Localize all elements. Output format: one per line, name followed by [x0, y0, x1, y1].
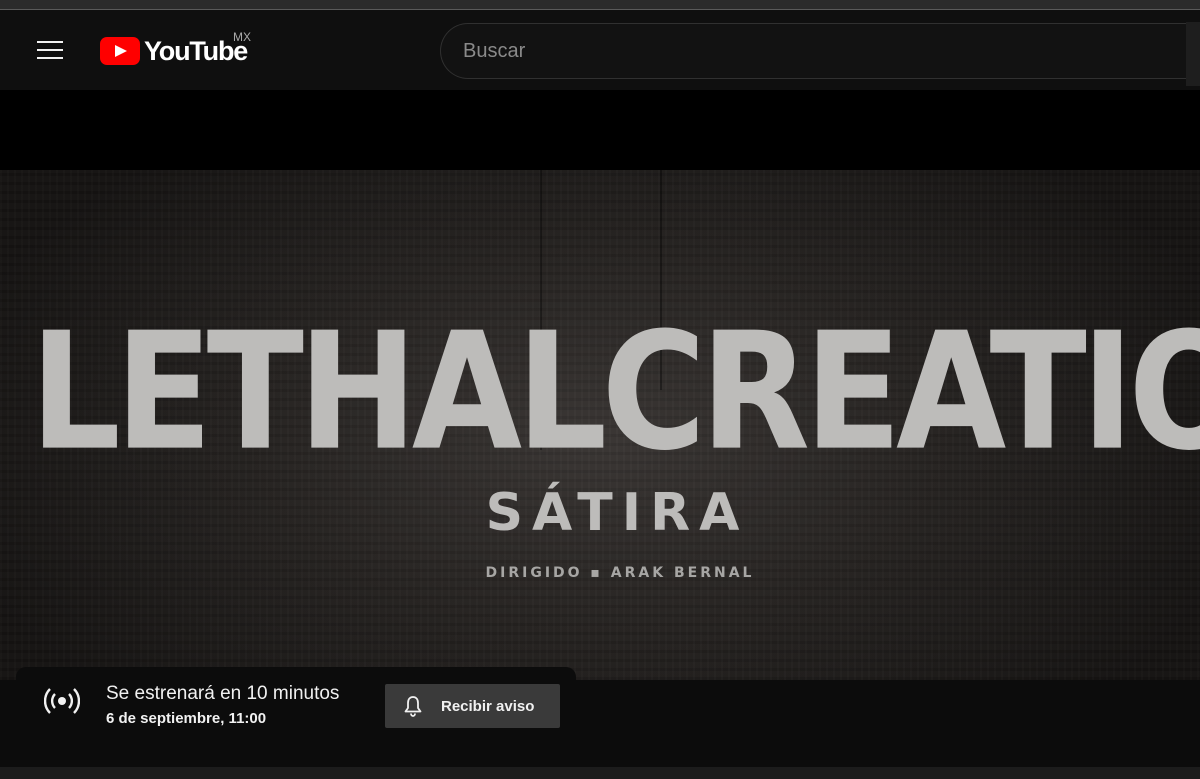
- region-code: MX: [233, 30, 251, 44]
- notify-button[interactable]: Recibir aviso: [385, 684, 560, 728]
- search-input[interactable]: [463, 39, 1200, 63]
- youtube-play-icon: [100, 37, 140, 65]
- search-box[interactable]: [440, 23, 1200, 79]
- logo-text: YouTube: [144, 35, 248, 66]
- youtube-logo[interactable]: YouTube: [100, 35, 248, 66]
- hamburger-menu-icon: [37, 41, 63, 43]
- bottom-edge: [0, 767, 1200, 779]
- bell-icon: [404, 696, 422, 717]
- premiere-date: 6 de septiembre, 11:00: [106, 710, 267, 727]
- video-player[interactable]: LETHALCREATION SÁTIRA DIRIGIDO ▪ ARAK BE…: [0, 90, 1200, 767]
- hamburger-line: [37, 49, 63, 51]
- live-broadcast-icon: [44, 688, 80, 714]
- thumbnail-credit: DIRIGIDO ▪ ARAK BERNAL: [485, 565, 755, 581]
- menu-button[interactable]: [30, 32, 70, 68]
- premiere-status: Se estrenará en 10 minutos: [106, 683, 340, 704]
- thumbnail-subtitle: SÁTIRA: [485, 483, 749, 543]
- hamburger-line: [37, 57, 63, 59]
- masthead: YouTube MX: [0, 10, 1200, 90]
- notify-label: Recibir aviso: [441, 697, 535, 715]
- search-button-edge[interactable]: [1186, 22, 1200, 86]
- thumbnail-title: LETHALCREATION: [30, 298, 1200, 487]
- browser-top-strip: [0, 0, 1200, 10]
